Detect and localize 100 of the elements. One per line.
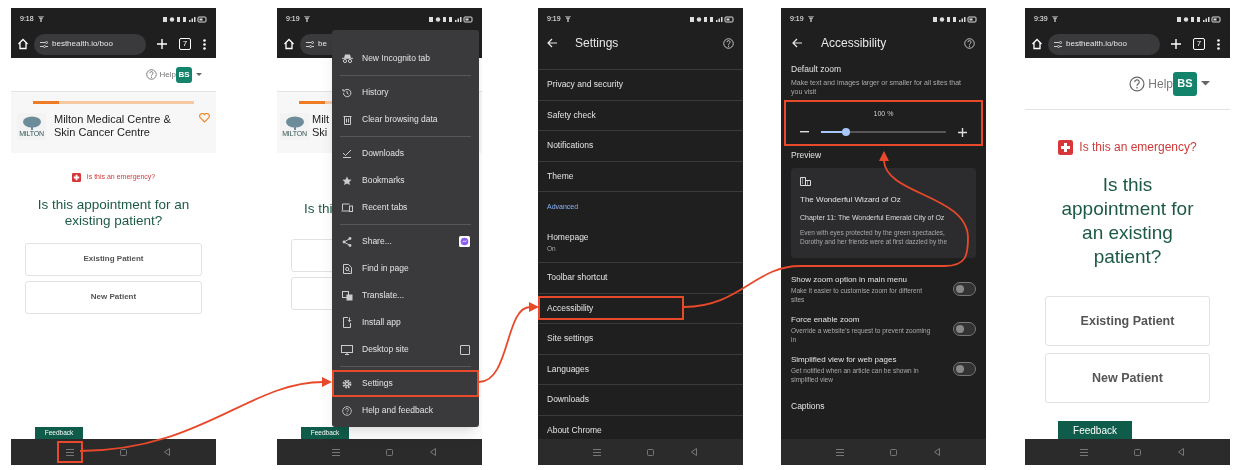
settings-row[interactable]: Accessibility [538, 296, 684, 321]
trash-icon [342, 114, 352, 125]
minus-icon[interactable] [800, 131, 809, 133]
tab-count-button[interactable]: 7 [1193, 38, 1205, 50]
back-nav-icon[interactable] [1177, 448, 1184, 456]
setting-title: Force enable zoom [791, 313, 861, 326]
home-nav-icon[interactable] [647, 448, 654, 456]
messenger-app-icon[interactable] [459, 236, 470, 247]
tune-icon[interactable] [40, 40, 48, 48]
section-label: Preview [791, 148, 823, 162]
url-text[interactable]: besthealth.io/boo [1066, 38, 1127, 50]
back-nav-icon[interactable] [429, 448, 436, 456]
settings-row[interactable]: Site settings [538, 326, 743, 351]
more-options-icon[interactable] [1217, 38, 1220, 50]
signal-icon [807, 16, 814, 22]
menu-icon[interactable] [66, 448, 75, 456]
home-icon[interactable] [1031, 38, 1043, 50]
toggle-switch[interactable] [953, 281, 976, 296]
option-button[interactable]: Existing Patient [25, 242, 202, 276]
signal-icon [564, 16, 571, 22]
clinic-name: Milton Medical Centre & Skin Cancer Centre [54, 112, 172, 139]
first-aid-icon [1058, 139, 1074, 155]
home-nav-icon[interactable] [120, 448, 127, 456]
home-icon[interactable] [17, 38, 29, 50]
settings-row[interactable]: Safety check [538, 103, 743, 128]
help-icon[interactable] [1129, 75, 1146, 92]
option-button[interactable]: New Patient [1045, 353, 1210, 403]
back-nav-icon[interactable] [690, 448, 697, 456]
tune-icon[interactable] [1054, 40, 1062, 48]
toggle-switch[interactable] [953, 361, 976, 376]
home-nav-icon[interactable] [1134, 448, 1141, 456]
option-button[interactable]: Existing Patient [1045, 296, 1210, 346]
menu-nav-button[interactable] [57, 441, 84, 463]
menu-item[interactable]: Translate... [332, 282, 479, 309]
back-nav-icon[interactable] [933, 448, 940, 456]
clinic-name: Milt [312, 112, 330, 126]
settings-row[interactable]: Notifications [538, 133, 743, 158]
menu-item[interactable]: Install app [332, 309, 479, 336]
address-bar[interactable]: besthealth.io/boo [34, 33, 146, 55]
tree-icon [21, 115, 42, 130]
menu-icon[interactable] [332, 448, 341, 456]
back-nav-icon[interactable] [163, 448, 170, 456]
emergency-link[interactable]: Is this an emergency? [1079, 138, 1197, 156]
back-arrow-icon[interactable] [547, 38, 558, 48]
home-nav-icon[interactable] [386, 448, 393, 456]
toggle-switch[interactable] [953, 321, 976, 336]
menu-item[interactable]: Bookmarks [332, 167, 479, 194]
menu-item[interactable]: Find in page [332, 255, 479, 282]
devices-icon [341, 203, 353, 212]
settings-row[interactable]: Languages [538, 357, 743, 382]
status-indicators-icon [933, 15, 977, 23]
incognito-icon [341, 54, 353, 63]
menu-item[interactable]: Settings [332, 370, 479, 397]
preview-title: The Wonderful Wizard of Oz [800, 193, 902, 206]
help-link[interactable]: Help [159, 68, 176, 81]
menu-icon[interactable] [593, 448, 602, 456]
menu-item[interactable]: Share... [332, 228, 479, 255]
tab-count-button[interactable]: 7 [179, 38, 191, 50]
setting-title: Captions [791, 399, 826, 413]
settings-row[interactable]: Downloads [538, 387, 743, 412]
url-text[interactable]: be [318, 38, 327, 50]
status-indicators-icon [690, 15, 734, 23]
avatar[interactable]: BS [176, 66, 192, 83]
menu-item[interactable]: Clear browsing data [332, 106, 479, 133]
more-options-icon[interactable] [203, 38, 206, 50]
slider-thumb[interactable] [842, 128, 850, 136]
menu-icon[interactable] [836, 448, 845, 456]
tune-icon[interactable] [306, 40, 314, 48]
menu-item[interactable]: Desktop site [332, 336, 479, 363]
menu-item[interactable]: Recent tabs [332, 194, 479, 221]
settings-row[interactable]: Toolbar shortcut [538, 265, 743, 290]
menu-item[interactable]: History [332, 79, 479, 106]
plus-icon[interactable] [958, 127, 967, 137]
settings-row[interactable]: Theme [538, 164, 743, 189]
caret-icon[interactable] [196, 73, 202, 76]
help-icon [342, 405, 352, 416]
heart-icon[interactable] [199, 112, 210, 123]
feedback-tab[interactable]: Feedback [1058, 421, 1132, 439]
setting-title: Simplified view for web pages [791, 353, 898, 366]
help-link[interactable]: Help [1148, 74, 1173, 93]
status-indicators-icon [429, 15, 473, 23]
settings-row[interactable]: About Chrome [538, 418, 743, 439]
menu-icon[interactable] [1080, 448, 1089, 456]
avatar[interactable]: BS [1173, 71, 1197, 96]
find-in-page-icon [342, 263, 352, 274]
menu-item[interactable]: New Incognito tab [332, 45, 479, 72]
checkbox[interactable] [460, 344, 470, 355]
menu-item[interactable]: Downloads [332, 140, 479, 167]
settings-row[interactable]: Privacy and security [538, 72, 743, 97]
home-nav-icon[interactable] [890, 448, 897, 456]
home-icon[interactable] [283, 38, 295, 50]
help-icon[interactable] [145, 69, 157, 80]
url-text[interactable]: besthealth.io/boo [52, 38, 113, 50]
caret-icon[interactable] [1201, 81, 1210, 86]
option-button[interactable]: New Patient [25, 280, 202, 314]
question-heading: Is this appointment for an existing patient? [1060, 173, 1195, 269]
back-arrow-icon[interactable] [792, 38, 803, 48]
translate-icon [341, 290, 353, 301]
menu-item[interactable]: Help and feedback [332, 397, 479, 424]
address-bar[interactable]: besthealth.io/boo [1048, 33, 1160, 55]
